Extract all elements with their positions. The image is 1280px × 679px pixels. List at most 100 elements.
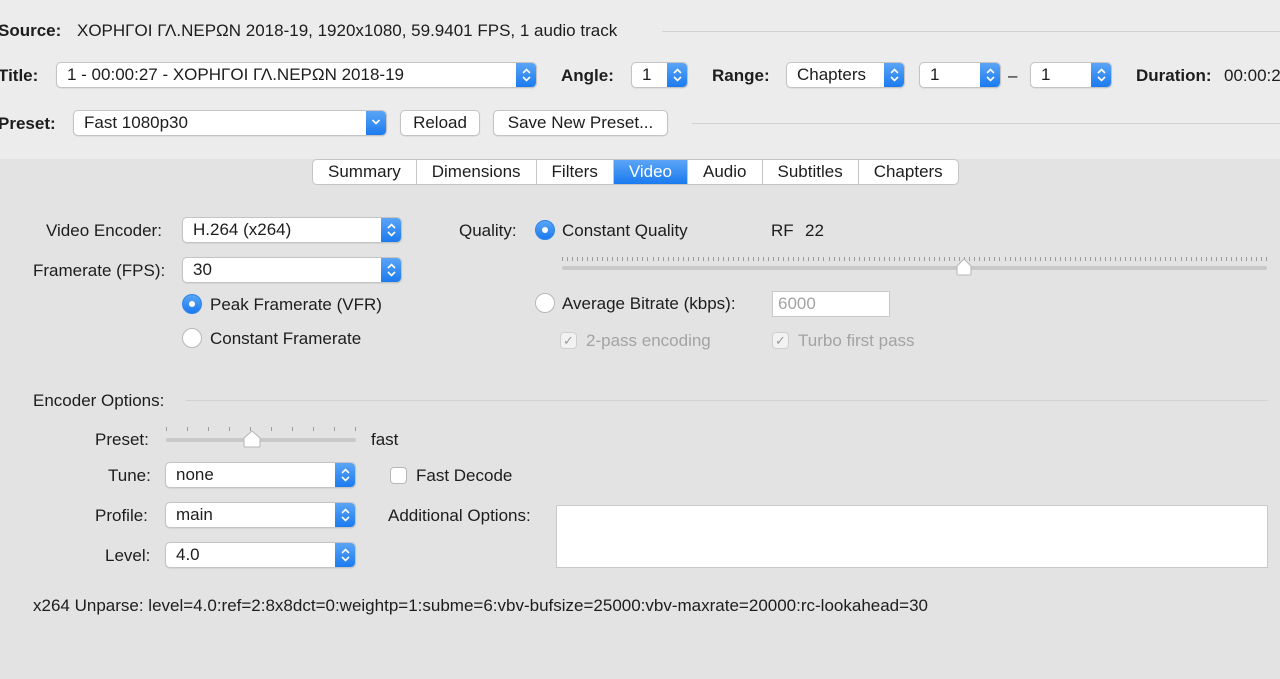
profile-popup[interactable]: main: [165, 502, 356, 528]
slider-tick: [929, 257, 930, 261]
slider-tick: [647, 257, 648, 261]
slider-tick: [989, 257, 990, 261]
slider-tick: [874, 257, 875, 261]
tab-subtitles[interactable]: Subtitles: [763, 160, 859, 184]
framerate-popup[interactable]: 30: [182, 257, 402, 283]
save-new-preset-button[interactable]: Save New Preset...: [493, 110, 668, 136]
slider-tick: [627, 257, 628, 261]
additional-options-textarea[interactable]: [556, 505, 1268, 568]
slider-tick: [864, 257, 865, 261]
peak-framerate-label: Peak Framerate (VFR): [210, 295, 382, 314]
encoder-preset-slider[interactable]: [166, 424, 356, 450]
two-pass-checkbox[interactable]: ✓: [560, 332, 577, 349]
slider-tick: [1231, 257, 1232, 261]
fast-decode-checkbox[interactable]: [390, 467, 407, 484]
reload-button[interactable]: Reload: [400, 110, 480, 136]
slider-tick: [994, 257, 995, 261]
slider-tick: [587, 257, 588, 261]
tab-video[interactable]: Video: [613, 160, 689, 184]
angle-popup[interactable]: 1: [631, 62, 688, 88]
range-separator: –: [1008, 66, 1018, 85]
tune-label: Tune:: [108, 466, 151, 485]
slider-tick: [1206, 257, 1207, 261]
slider-tick: [924, 257, 925, 261]
slider-tick: [622, 257, 623, 261]
rf-slider-knob[interactable]: [956, 258, 972, 276]
slider-tick: [783, 257, 784, 261]
slider-tick: [1050, 257, 1051, 261]
preset-slider-knob[interactable]: [243, 430, 261, 448]
tab-chapters[interactable]: Chapters: [859, 160, 958, 184]
rf-quality-slider[interactable]: [562, 252, 1267, 278]
slider-tick: [768, 257, 769, 261]
duration-value: 00:00:2: [1224, 66, 1280, 85]
turbo-first-pass-checkbox[interactable]: ✓: [772, 332, 789, 349]
rf-label: RF: [771, 221, 794, 240]
average-bitrate-radio[interactable]: [535, 293, 555, 313]
preset-popup[interactable]: Fast 1080p30: [73, 110, 387, 136]
video-encoder-label: Video Encoder:: [46, 221, 162, 240]
slider-tick: [1075, 257, 1076, 261]
updown-chevron-icon: [884, 63, 904, 87]
slider-tick: [562, 257, 563, 261]
slider-tick: [1196, 257, 1197, 261]
updown-chevron-icon: [1091, 63, 1111, 87]
slider-tick: [723, 257, 724, 261]
slider-tick: [949, 257, 950, 261]
updown-chevron-icon: [667, 63, 687, 87]
slider-tick: [1110, 257, 1111, 261]
slider-tick: [653, 257, 654, 261]
preset-divider: [692, 123, 1280, 124]
video-encoder-popup[interactable]: H.264 (x264): [182, 217, 402, 243]
slider-tick: [632, 257, 633, 261]
constant-framerate-radio[interactable]: [182, 328, 202, 348]
title-popup[interactable]: 1 - 00:00:27 - ΧΟΡΗΓΟΙ ΓΛ.ΝΕΡΩΝ 2018-19: [56, 62, 537, 88]
range-start-popup[interactable]: 1: [919, 62, 1001, 88]
slider-tick: [869, 257, 870, 261]
peak-framerate-radio[interactable]: [182, 294, 202, 314]
tune-value: none: [176, 465, 214, 484]
slider-tick: [793, 257, 794, 261]
tune-popup[interactable]: none: [165, 462, 356, 488]
slider-tick: [813, 257, 814, 261]
video-encoder-value: H.264 (x264): [193, 220, 292, 239]
slider-tick: [733, 257, 734, 261]
slider-tick: [1140, 257, 1141, 261]
constant-quality-radio[interactable]: [535, 220, 555, 240]
tab-summary[interactable]: Summary: [313, 160, 417, 184]
slider-tick: [1130, 257, 1131, 261]
encoder-options-divider: [186, 400, 1268, 401]
slider-tick: [773, 257, 774, 261]
tab-audio[interactable]: Audio: [688, 160, 763, 184]
tab-dimensions[interactable]: Dimensions: [417, 160, 537, 184]
tab-filters[interactable]: Filters: [537, 160, 614, 184]
slider-tick: [1035, 257, 1036, 261]
slider-tick: [899, 257, 900, 261]
slider-tick: [808, 257, 809, 261]
angle-popup-value: 1: [642, 65, 652, 84]
range-type-popup[interactable]: Chapters: [786, 62, 905, 88]
range-type-value: Chapters: [797, 65, 866, 84]
slider-tick: [668, 257, 669, 261]
slider-tick: [1080, 257, 1081, 261]
slider-tick: [974, 257, 975, 261]
rf-value: 22: [805, 221, 824, 240]
slider-tick: [1216, 257, 1217, 261]
slider-tick: [748, 257, 749, 261]
updown-chevron-icon: [335, 463, 355, 487]
encoder-preset-label: Preset:: [95, 430, 149, 449]
slider-tick: [1191, 257, 1192, 261]
title-label: Title:: [0, 66, 39, 85]
slider-tick: [1095, 257, 1096, 261]
slider-tick: [334, 427, 335, 431]
encoder-options-label: Encoder Options:: [33, 391, 165, 410]
range-end-popup[interactable]: 1: [1030, 62, 1112, 88]
slider-tick: [1175, 257, 1176, 261]
slider-tick: [1211, 257, 1212, 261]
slider-tick: [663, 257, 664, 261]
average-bitrate-input[interactable]: 6000: [772, 291, 890, 317]
slider-tick: [758, 257, 759, 261]
level-popup[interactable]: 4.0: [165, 542, 356, 568]
slider-tick: [984, 257, 985, 261]
slider-tick: [1160, 257, 1161, 261]
